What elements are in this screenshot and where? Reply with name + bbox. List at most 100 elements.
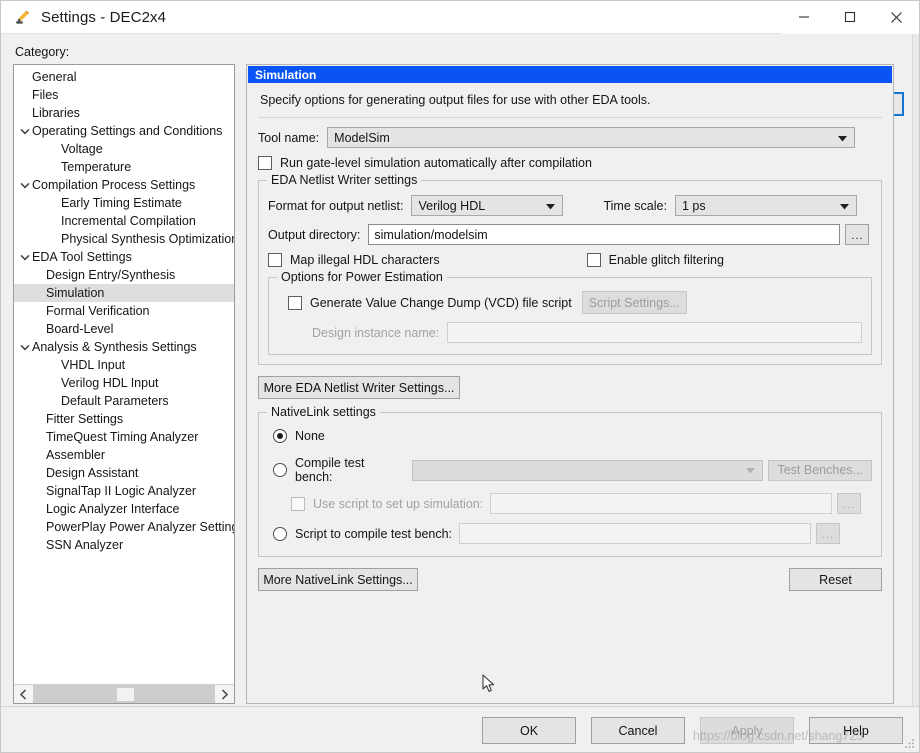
sidebar-item-powerplay-power-analyzer-setting[interactable]: PowerPlay Power Analyzer Setting:: [14, 518, 234, 536]
sidebar-item-label: SignalTap II Logic Analyzer: [46, 484, 196, 498]
sidebar-item-label: Design Assistant: [46, 466, 138, 480]
chevron-down-icon[interactable]: [18, 344, 32, 351]
map-illegal-hdl-checkbox[interactable]: [268, 253, 282, 267]
generate-vcd-checkbox[interactable]: [288, 296, 302, 310]
minimize-icon[interactable]: [781, 1, 827, 34]
more-nativelink-settings-button[interactable]: More NativeLink Settings...: [258, 568, 418, 591]
tree-scroll-track[interactable]: [33, 685, 215, 703]
compile-test-bench-radio[interactable]: [273, 463, 287, 477]
sidebar-item-label: Design Entry/Synthesis: [46, 268, 175, 282]
enable-glitch-filtering-checkbox[interactable]: [587, 253, 601, 267]
sidebar-item-design-assistant[interactable]: Design Assistant: [14, 464, 234, 482]
sidebar-item-logic-analyzer-interface[interactable]: Logic Analyzer Interface: [14, 500, 234, 518]
title-bar: Settings - DEC2x4: [1, 1, 919, 34]
output-directory-input[interactable]: simulation/modelsim: [368, 224, 840, 245]
sidebar-item-design-entry-synthesis[interactable]: Design Entry/Synthesis: [14, 266, 234, 284]
use-script-input[interactable]: [490, 493, 832, 514]
tree-scroll-thumb[interactable]: [117, 688, 134, 701]
compile-test-bench-select[interactable]: [412, 460, 763, 481]
use-script-browse-button[interactable]: ...: [837, 493, 861, 514]
help-button[interactable]: Help: [809, 717, 903, 744]
nativelink-none-row[interactable]: None: [268, 429, 872, 443]
sidebar-item-incremental-compilation[interactable]: Incremental Compilation: [14, 212, 234, 230]
use-script-checkbox[interactable]: [291, 497, 305, 511]
maximize-icon[interactable]: [827, 1, 873, 34]
chevron-down-icon[interactable]: [18, 128, 32, 135]
time-scale-value: 1 ps: [682, 199, 706, 213]
apply-button[interactable]: Apply: [700, 717, 794, 744]
chevron-down-icon: [546, 199, 555, 213]
window-title: Settings - DEC2x4: [41, 9, 166, 26]
sidebar-item-default-parameters[interactable]: Default Parameters: [14, 392, 234, 410]
time-scale-label: Time scale:: [603, 199, 666, 213]
format-select[interactable]: Verilog HDL: [411, 195, 563, 216]
sidebar-item-label: Assembler: [46, 448, 105, 462]
sidebar-item-libraries[interactable]: Libraries: [14, 104, 234, 122]
resize-grip-icon[interactable]: [904, 738, 915, 749]
more-eda-netlist-writer-settings-button[interactable]: More EDA Netlist Writer Settings...: [258, 376, 460, 399]
sidebar-item-files[interactable]: Files: [14, 86, 234, 104]
settings-panel: Simulation Specify options for generatin…: [246, 64, 894, 704]
reset-button[interactable]: Reset: [789, 568, 882, 591]
run-gate-level-checkbox[interactable]: [258, 156, 272, 170]
generate-vcd-row: Generate Value Change Dump (VCD) file sc…: [278, 291, 862, 314]
sidebar-item-fitter-settings[interactable]: Fitter Settings: [14, 410, 234, 428]
sidebar-item-label: Board-Level: [46, 322, 113, 336]
sidebar-item-vhdl-input[interactable]: VHDL Input: [14, 356, 234, 374]
format-row: Format for output netlist: Verilog HDL T…: [268, 195, 872, 216]
close-icon[interactable]: [873, 1, 919, 34]
sidebar-item-assembler[interactable]: Assembler: [14, 446, 234, 464]
cancel-button[interactable]: Cancel: [591, 717, 685, 744]
run-gate-level-label: Run gate-level simulation automatically …: [280, 156, 592, 170]
dialog-footer: OK Cancel Apply Help: [1, 706, 919, 752]
run-gate-level-row[interactable]: Run gate-level simulation automatically …: [258, 156, 882, 170]
sidebar-item-ssn-analyzer[interactable]: SSN Analyzer: [14, 536, 234, 554]
sidebar-item-verilog-hdl-input[interactable]: Verilog HDL Input: [14, 374, 234, 392]
script-settings-button[interactable]: Script Settings...: [582, 291, 687, 314]
ok-button[interactable]: OK: [482, 717, 576, 744]
sidebar-item-early-timing-estimate[interactable]: Early Timing Estimate: [14, 194, 234, 212]
sidebar-item-simulation[interactable]: Simulation: [14, 284, 234, 302]
tree-horizontal-scrollbar[interactable]: [14, 684, 234, 703]
sidebar-item-voltage[interactable]: Voltage: [14, 140, 234, 158]
category-tree-list[interactable]: GeneralFiles Libraries Operating Settings …: [14, 65, 234, 684]
sidebar-item-board-level[interactable]: Board-Level: [14, 320, 234, 338]
nativelink-none-radio[interactable]: [273, 429, 287, 443]
sidebar-item-temperature[interactable]: Temperature: [14, 158, 234, 176]
sidebar-item-timequest-timing-analyzer[interactable]: TimeQuest Timing Analyzer: [14, 428, 234, 446]
script-compile-radio[interactable]: [273, 527, 287, 541]
sidebar-item-label: TimeQuest Timing Analyzer: [46, 430, 198, 444]
sidebar-item-analysis-synthesis-settings[interactable]: Analysis & Synthesis Settings: [14, 338, 234, 356]
compile-test-bench-label: Compile test bench:: [295, 456, 405, 484]
sidebar-item-formal-verification[interactable]: Formal Verification: [14, 302, 234, 320]
sidebar-item-compilation-process-settings[interactable]: Compilation Process Settings: [14, 176, 234, 194]
sidebar-item-label: Verilog HDL Input: [61, 376, 159, 390]
chevron-right-icon[interactable]: [215, 685, 234, 703]
chevron-down-icon[interactable]: [18, 254, 32, 261]
sidebar-item-signaltap-ii-logic-analyzer[interactable]: SignalTap II Logic Analyzer: [14, 482, 234, 500]
sidebar-item-label: Voltage: [61, 142, 103, 156]
sidebar-item-operating-settings-and-conditions[interactable]: Operating Settings and Conditions: [14, 122, 234, 140]
output-directory-browse-button[interactable]: ...: [845, 224, 869, 245]
design-instance-input[interactable]: [447, 322, 862, 343]
tool-name-select[interactable]: ModelSim: [327, 127, 855, 148]
time-scale-select[interactable]: 1 ps: [675, 195, 857, 216]
chevron-left-icon[interactable]: [14, 685, 33, 703]
test-benches-button[interactable]: Test Benches...: [768, 460, 872, 481]
sidebar-item-label: Libraries: [32, 106, 80, 120]
nativelink-body: None Compile test bench:: [268, 413, 872, 544]
sidebar-item-label: Early Timing Estimate: [61, 196, 182, 210]
chevron-down-icon[interactable]: [18, 182, 32, 189]
sidebar-item-physical-synthesis-optimization[interactable]: Physical Synthesis Optimization: [14, 230, 234, 248]
sidebar-item-label: Default Parameters: [61, 394, 169, 408]
sidebar-item-general[interactable]: General: [14, 68, 234, 86]
sidebar-item-eda-tool-settings[interactable]: EDA Tool Settings: [14, 248, 234, 266]
design-instance-label: Design instance name:: [312, 326, 439, 340]
use-script-row: Use script to set up simulation: ...: [268, 493, 872, 514]
sidebar-item-label: EDA Tool Settings: [32, 250, 132, 264]
script-compile-browse-button[interactable]: ...: [816, 523, 840, 544]
chevron-down-icon: [840, 199, 849, 213]
window-controls: [781, 1, 919, 34]
category-label: Category:: [15, 45, 907, 59]
script-compile-input[interactable]: [459, 523, 811, 544]
